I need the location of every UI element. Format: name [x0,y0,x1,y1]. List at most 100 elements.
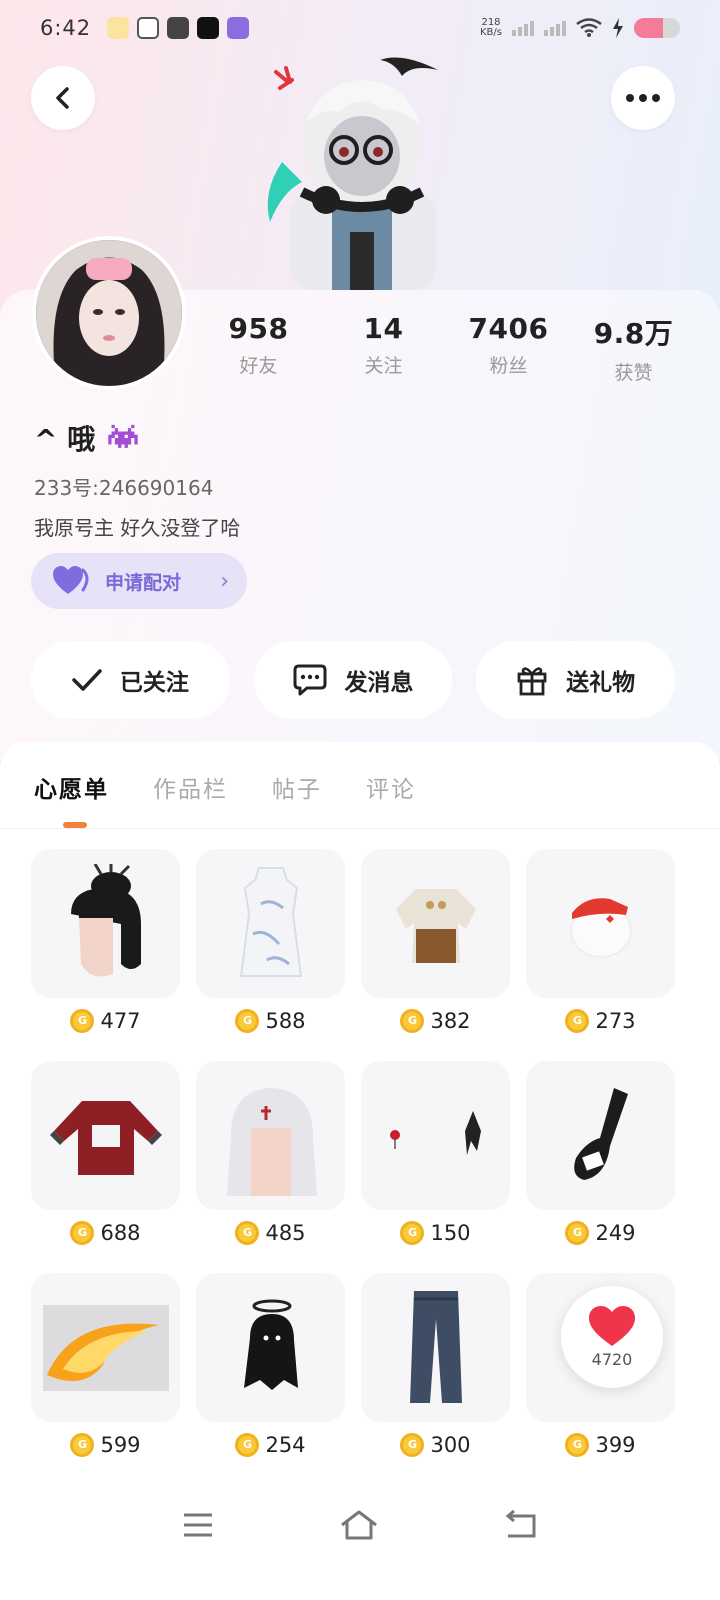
avatar-3d-character[interactable] [262,52,462,290]
status-app-icons [107,17,250,39]
red-sweater-item-icon [31,1061,180,1210]
item-price: 249 [595,1220,636,1245]
stat-likes[interactable]: 9.8万 获赞 [571,312,696,385]
coin-icon: G [400,1008,425,1033]
more-dots-icon [626,94,660,102]
wishlist-item[interactable]: G 273 [526,849,675,1039]
wishlist-item[interactable]: G 254 [196,1273,345,1463]
send-gift-button[interactable]: 送礼物 [476,641,676,719]
app-notification-icon [167,17,190,39]
nickname: ^ 哦 [34,418,141,458]
coin-icon: G [235,1008,260,1033]
earring-accessory-item-icon [361,1061,510,1210]
like-count: 4720 [591,1349,633,1369]
app-notification-icon [227,17,250,39]
hair-bun-item-icon [31,849,180,998]
tab-comments[interactable]: 评论 [366,770,416,804]
status-bar: 6:42 218 KB/s [0,0,720,56]
wishlist-item[interactable]: G 588 [196,849,345,1039]
coin-icon: G [400,1220,425,1245]
tab-wishlist[interactable]: 心愿单 [34,770,109,804]
item-price: 150 [430,1220,471,1245]
wifi-icon [576,18,602,37]
more-button[interactable] [611,66,675,130]
coin-icon: G [235,1432,260,1457]
send-gift-label: 送礼物 [566,670,636,696]
back-nav-icon[interactable] [504,1510,538,1540]
net-speed: 218 KB/s [480,17,502,38]
item-price: 273 [595,1008,636,1033]
content-section: 心愿单 作品栏 帖子 评论 G 477 G 588 G 382 G 273 G … [0,742,720,1600]
coin-icon: G [70,1008,95,1033]
jeans-item-icon [361,1273,510,1422]
tab-posts[interactable]: 帖子 [272,770,322,804]
guitar-bag-item-icon [526,1061,675,1210]
item-price: 254 [265,1432,306,1457]
send-message-label: 发消息 [344,670,414,696]
request-pair-button[interactable]: 申请配对 › [31,553,247,609]
wishlist-item[interactable]: G 485 [196,1061,345,1251]
battery-icon [634,18,680,38]
request-pair-label: 申请配对 [105,571,182,594]
wishlist-item[interactable]: G 300 [361,1273,510,1463]
ghost-pet-item-icon [196,1273,345,1422]
app-notification-icon [107,17,130,39]
coin-icon: G [235,1220,260,1245]
wishlist-item[interactable]: G 688 [31,1061,180,1251]
qipao-dress-item-icon [196,849,345,998]
coin-icon: G [565,1432,590,1457]
coin-icon: G [70,1220,95,1245]
signal-icon [512,20,534,36]
following-button[interactable]: 已关注 [31,641,230,719]
wishlist-item[interactable]: G 477 [31,849,180,1039]
item-price: 382 [430,1008,471,1033]
heart-icon [589,1305,635,1346]
wishlist-item[interactable]: G 599 [31,1273,180,1463]
jacket-outfit-item-icon [361,849,510,998]
profile-tabs: 心愿单 作品栏 帖子 评论 [34,770,416,804]
home-icon[interactable] [339,1509,379,1541]
chevron-right-icon: › [220,568,229,594]
item-price: 300 [430,1432,471,1457]
app-notification-icon [197,17,220,39]
nickname-text: ^ 哦 [34,423,96,456]
coin-icon: G [565,1008,590,1033]
item-price: 688 [100,1220,141,1245]
user-bio: 我原号主 好久没登了哈 [34,516,241,540]
coin-icon: G [70,1432,95,1457]
profile-avatar[interactable] [32,236,186,390]
stat-following[interactable]: 14 关注 [321,312,446,385]
send-message-button[interactable]: 发消息 [253,641,453,719]
item-price: 477 [100,1008,141,1033]
menu-icon[interactable] [182,1512,214,1538]
wishlist-item[interactable]: G 150 [361,1061,510,1251]
user-id: 233号:246690164 [34,476,214,500]
checkmark-icon [72,669,102,691]
signal-icon [544,20,566,36]
heart-pair-icon [53,566,89,594]
wishlist-item[interactable]: G 249 [526,1061,675,1251]
white-hair-item-icon [196,1061,345,1210]
tab-works[interactable]: 作品栏 [153,770,228,804]
charging-icon [613,18,623,38]
profile-stats: 958 好友 14 关注 7406 粉丝 9.8万 获赞 [196,312,696,385]
gift-icon [517,667,547,696]
coin-icon: G [400,1432,425,1457]
system-navigation-bar [0,1490,720,1560]
chevron-left-icon [56,87,69,109]
item-price: 485 [265,1220,306,1245]
wishlist-item[interactable]: G 382 [361,849,510,1039]
stat-fans[interactable]: 7406 粉丝 [446,312,571,385]
status-time: 6:42 [40,16,92,40]
fire-wing-effect-item-icon [31,1273,180,1422]
following-label: 已关注 [119,670,189,696]
like-button[interactable]: 4720 [561,1286,663,1388]
tab-divider [0,828,720,829]
app-notification-icon [137,17,160,39]
item-price: 588 [265,1008,306,1033]
red-cap-mask-item-icon [526,849,675,998]
stat-friends[interactable]: 958 好友 [196,312,321,385]
coin-icon: G [565,1220,590,1245]
back-button[interactable] [31,66,95,130]
space-invader-emoji-icon [108,424,138,448]
